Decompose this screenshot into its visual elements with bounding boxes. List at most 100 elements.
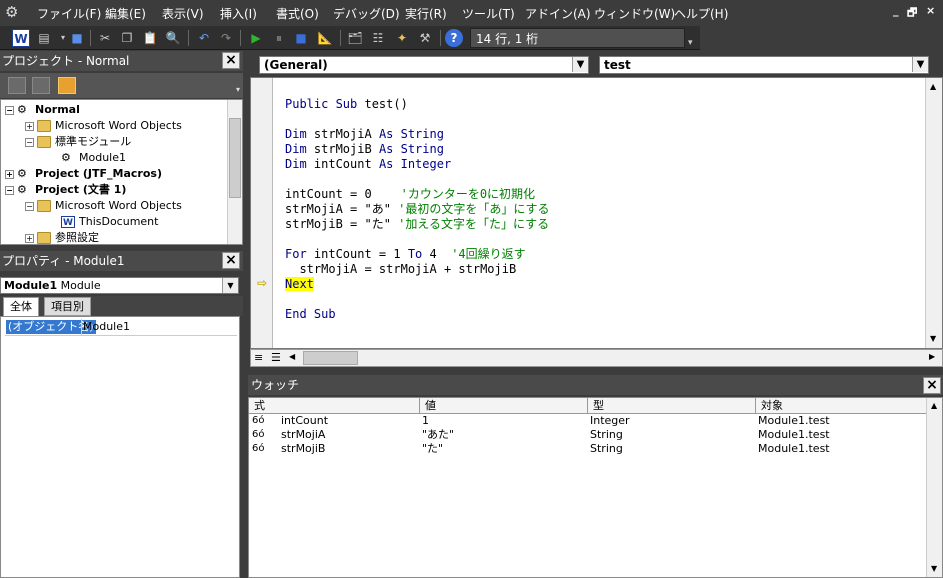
expand-icon[interactable]: + <box>25 233 34 243</box>
toggle-folders-icon[interactable] <box>58 77 76 94</box>
object-selector-type: Module <box>60 279 101 292</box>
menu-addins[interactable]: アドイン(A) <box>525 5 591 22</box>
chevron-down-icon[interactable]: ▼ <box>912 57 928 72</box>
watch-scrollbar[interactable]: ▲ ▼ <box>926 398 942 577</box>
object-browser-icon[interactable]: ✦ <box>393 29 411 47</box>
watch-col-expression[interactable]: 式 <box>249 398 420 414</box>
cursor-position: 14 行, 1 桁 <box>470 28 685 48</box>
collapse-icon[interactable]: − <box>25 201 34 211</box>
insert-userform-icon[interactable]: ▤ <box>35 29 53 47</box>
menu-edit[interactable]: 編集(E) <box>105 5 146 22</box>
scroll-down-icon[interactable]: ▼ <box>930 334 936 343</box>
indicator-margin[interactable]: ⇨ <box>251 78 273 348</box>
close-properties-pane-icon[interactable]: × <box>222 252 240 269</box>
watch-col-value[interactable]: 値 <box>420 398 588 414</box>
help-icon[interactable]: ? <box>445 29 463 47</box>
code-keyword: As Integer <box>378 157 452 171</box>
tab-categorized[interactable]: 項目別 <box>44 297 91 316</box>
toolbar-options-icon[interactable]: ▾ <box>688 38 693 48</box>
expand-icon[interactable]: + <box>5 169 14 179</box>
full-module-view-icon[interactable]: ☰ <box>271 351 281 364</box>
vba-project-icon: ⚙ <box>17 183 27 196</box>
scrollbar-thumb[interactable] <box>303 351 358 365</box>
cut-icon[interactable]: ✂ <box>96 29 114 47</box>
watch-value[interactable]: "あた" <box>422 428 454 442</box>
properties-pane-title: プロパティ - Module1 <box>0 251 243 271</box>
menu-help[interactable]: ヘルプ(H) <box>674 5 728 22</box>
save-icon[interactable]: ■ <box>68 29 86 47</box>
tree-node-jtf-macros[interactable]: + ⚙ Project (JTF_Macros) <box>5 166 162 182</box>
editor-hscrollbar[interactable]: ≡ ☰ ◀ ▶ <box>250 349 943 367</box>
tree-node-references[interactable]: + 参照設定 <box>25 230 99 244</box>
project-explorer-icon[interactable]: 🗂 <box>346 29 364 47</box>
procedure-combo[interactable]: test ▼ <box>599 56 929 74</box>
break-icon[interactable]: ⏸ <box>270 29 288 47</box>
tree-node-standard-modules[interactable]: − 標準モジュール <box>25 134 131 150</box>
code-keyword: End Sub <box>285 307 336 321</box>
close-window-icon[interactable]: × <box>926 4 935 17</box>
chevron-down-icon[interactable]: ▼ <box>572 57 588 72</box>
tab-alphabetic[interactable]: 全体 <box>3 297 39 316</box>
object-selector[interactable]: Module1 Module ▼ <box>0 277 239 294</box>
procedure-view-icon[interactable]: ≡ <box>254 351 263 364</box>
editor-vscrollbar[interactable]: ▲ ▼ <box>925 78 942 348</box>
properties-window-icon[interactable]: ☷ <box>369 29 387 47</box>
menu-insert[interactable]: 挿入(I) <box>220 5 257 22</box>
vba-app-icon[interactable]: ⚙ <box>5 3 27 23</box>
menu-tools[interactable]: ツール(T) <box>462 5 515 22</box>
run-icon[interactable]: ▶ <box>247 29 265 47</box>
redo-icon[interactable]: ↷ <box>217 29 235 47</box>
menu-run[interactable]: 実行(R) <box>405 5 447 22</box>
tree-node-document1[interactable]: − ⚙ Project (文書 1) <box>5 182 126 198</box>
scrollbar-thumb[interactable] <box>229 118 241 198</box>
collapse-icon[interactable]: − <box>5 185 14 195</box>
tree-scrollbar[interactable] <box>227 100 242 244</box>
reset-icon[interactable]: ■ <box>292 29 310 47</box>
menu-format[interactable]: 書式(O) <box>276 5 319 22</box>
chevron-down-icon[interactable]: ▼ <box>222 278 238 293</box>
chevron-down-icon[interactable]: ▾ <box>236 85 240 94</box>
scroll-up-icon[interactable]: ▲ <box>931 401 937 410</box>
tree-node-word-objects-2[interactable]: − Microsoft Word Objects <box>25 198 182 214</box>
folder-open-icon <box>37 136 51 148</box>
watch-value[interactable]: 1 <box>422 414 429 428</box>
code-text: strMojiB = "た" <box>285 217 399 231</box>
scroll-left-icon[interactable]: ◀ <box>289 352 295 361</box>
tree-node-normal[interactable]: − ⚙ Normal <box>5 102 80 118</box>
paste-icon[interactable]: 📋 <box>141 29 159 47</box>
find-icon[interactable]: 🔍 <box>164 29 182 47</box>
restore-icon[interactable]: 🗗 <box>907 4 917 23</box>
view-object-icon[interactable] <box>32 77 50 94</box>
collapse-icon[interactable]: − <box>5 105 14 115</box>
menu-debug[interactable]: デバッグ(D) <box>333 5 400 22</box>
close-project-pane-icon[interactable]: × <box>222 52 240 69</box>
collapse-icon[interactable]: − <box>25 137 34 147</box>
scroll-right-icon[interactable]: ▶ <box>929 352 935 361</box>
expand-icon[interactable]: + <box>25 121 34 131</box>
code-text: strMojiA <box>313 127 379 141</box>
object-combo[interactable]: (General) ▼ <box>259 56 589 74</box>
watch-value[interactable]: "た" <box>422 442 443 456</box>
watch-col-context[interactable]: 対象 <box>756 398 927 414</box>
copy-icon[interactable]: ❐ <box>118 29 136 47</box>
code-editor[interactable]: ⇨ Public Sub test() Dim strMojiA As Stri… <box>250 77 943 349</box>
view-code-icon[interactable] <box>8 77 26 94</box>
scroll-up-icon[interactable]: ▲ <box>930 82 936 91</box>
scroll-down-icon[interactable]: ▼ <box>931 564 937 573</box>
tree-node-word-objects[interactable]: + Microsoft Word Objects <box>25 118 182 134</box>
menu-file[interactable]: ファイル(F) <box>37 5 101 22</box>
close-watch-pane-icon[interactable]: × <box>923 377 941 394</box>
menu-window[interactable]: ウィンドウ(W) <box>594 5 675 22</box>
watch-col-type[interactable]: 型 <box>588 398 756 414</box>
undo-icon[interactable]: ↶ <box>195 29 213 47</box>
toolbox-icon[interactable]: ⚒ <box>416 29 434 47</box>
minimize-icon[interactable]: _ <box>893 4 899 17</box>
code-line: End Sub <box>285 307 336 322</box>
property-value[interactable]: Module1 <box>83 320 130 334</box>
tree-node-module1[interactable]: ⚙ Module1 <box>61 150 126 166</box>
menu-view[interactable]: 表示(V) <box>162 5 204 22</box>
tree-node-label: Project (JTF_Macros) <box>35 167 162 180</box>
design-mode-icon[interactable]: 📐 <box>316 29 334 47</box>
tree-node-thisdocument[interactable]: W ThisDocument <box>61 214 158 230</box>
word-icon[interactable]: W <box>12 29 30 47</box>
